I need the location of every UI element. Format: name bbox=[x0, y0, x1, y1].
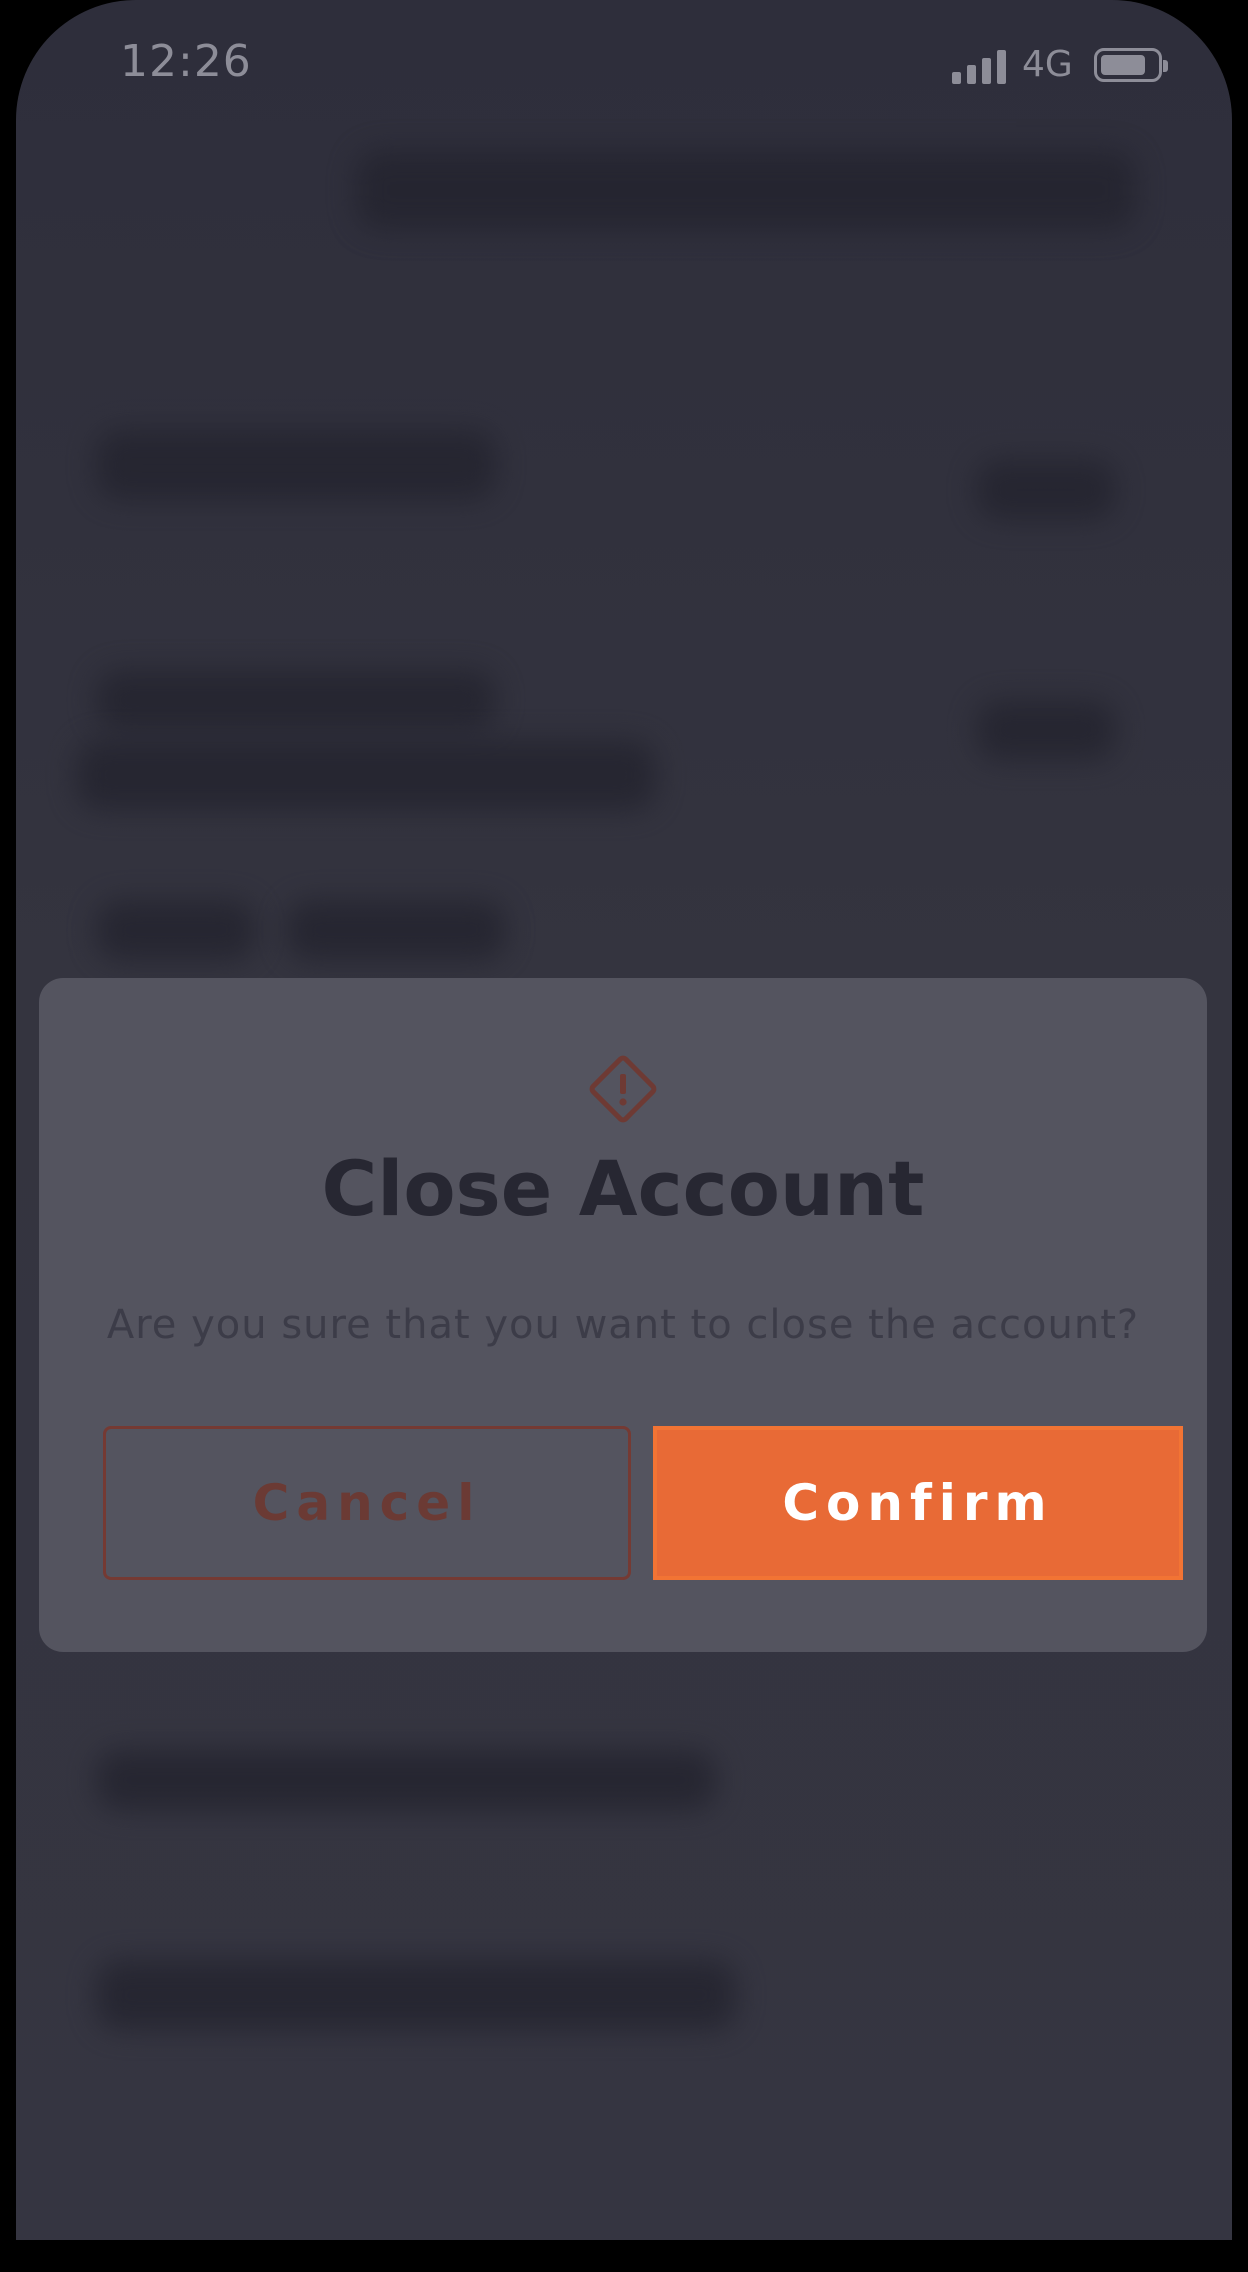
signal-icon bbox=[952, 50, 1008, 84]
background-row-blur bbox=[286, 900, 506, 960]
background-row-blur bbox=[976, 460, 1116, 520]
dialog-title: Close Account bbox=[321, 1144, 925, 1233]
background-header-blur bbox=[356, 150, 1136, 230]
confirm-button[interactable]: Confirm bbox=[653, 1426, 1183, 1580]
battery-icon bbox=[1094, 48, 1168, 82]
cancel-button[interactable]: Cancel bbox=[103, 1426, 631, 1580]
warning-diamond-icon bbox=[589, 1055, 657, 1123]
phone-screen: 12:26 4G Close Account Are you sure that… bbox=[16, 0, 1232, 2240]
close-account-dialog: Close Account Are you sure that you want… bbox=[39, 978, 1207, 1652]
background-row-blur bbox=[76, 740, 656, 810]
background-row-blur bbox=[976, 700, 1116, 760]
dialog-message: Are you sure that you want to close the … bbox=[106, 1302, 1140, 1348]
background-row-blur bbox=[96, 430, 496, 500]
network-type: 4G bbox=[1022, 44, 1073, 85]
background-row-blur bbox=[96, 1960, 736, 2030]
background-row-blur bbox=[96, 900, 256, 960]
background-row-blur bbox=[96, 670, 496, 730]
status-time: 12:26 bbox=[120, 36, 252, 87]
background-row-blur bbox=[96, 1750, 716, 1810]
